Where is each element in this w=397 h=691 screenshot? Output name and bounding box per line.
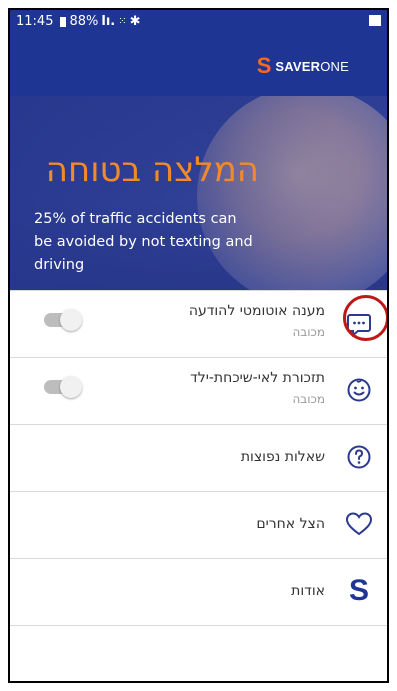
menu-item-save-others[interactable]: הצל אחרים <box>10 491 387 558</box>
child-reminder-status: מכובה <box>292 392 325 406</box>
dots-icon: ⁙ <box>118 16 127 27</box>
list-bottom-divider <box>10 625 387 626</box>
app-header: S SAVERONE <box>10 36 387 96</box>
smiley-icon[interactable] <box>343 374 375 406</box>
photo-icon <box>369 15 381 26</box>
signal-icon: lı. <box>101 14 116 29</box>
heart-icon[interactable] <box>343 508 375 540</box>
save-others-label: הצל אחרים <box>256 516 325 532</box>
brand-name-bold: SAVER <box>275 58 321 74</box>
brand-s-icon: S <box>256 53 272 78</box>
status-time: 11:45 <box>16 14 54 29</box>
s-logo-icon[interactable]: S <box>343 574 375 607</box>
highlight-circle <box>343 295 387 341</box>
brand-name-light: ONE <box>320 58 349 74</box>
app-frame: 11:45 88% lı. ⁙ ✱ S SAVERONE המלצה בטוחה… <box>8 8 389 683</box>
hero-subtitle: 25% of traffic accidents can be avoided … <box>34 211 253 273</box>
status-left: 11:45 88% lı. ⁙ ✱ <box>16 14 141 29</box>
menu-item-auto-reply[interactable]: מענה אוטומטי להודעה מכובה <box>10 290 387 357</box>
auto-reply-toggle[interactable] <box>44 309 82 331</box>
faq-label: שאלות נפוצות <box>240 449 325 465</box>
auto-reply-status: מכובה <box>292 325 325 339</box>
auto-reply-label: מענה אוטומטי להודעה <box>188 303 325 319</box>
menu-item-faq[interactable]: שאלות נפוצות <box>10 424 387 491</box>
bluetooth-icon: ✱ <box>129 14 141 29</box>
hero-title: המלצה בטוחה <box>45 150 259 190</box>
hero-banner: המלצה בטוחה 25% of traffic accidents can… <box>10 96 387 290</box>
menu-list: מענה אוטומטי להודעה מכובה תזכורת לאי-שיכ… <box>10 290 387 625</box>
battery-icon <box>60 16 67 27</box>
question-icon[interactable] <box>343 441 375 473</box>
child-reminder-toggle[interactable] <box>44 376 82 398</box>
menu-item-child-reminder[interactable]: תזכורת לאי-שיכחת-ילד מכובה <box>10 357 387 424</box>
menu-item-about[interactable]: אודות S <box>10 558 387 625</box>
about-label: אודות <box>291 583 325 599</box>
child-reminder-label: תזכורת לאי-שיכחת-ילד <box>190 370 325 386</box>
battery-percent: 88% <box>69 14 99 29</box>
brand-logo: S SAVERONE <box>256 53 349 78</box>
status-bar: 11:45 88% lı. ⁙ ✱ <box>10 10 387 36</box>
